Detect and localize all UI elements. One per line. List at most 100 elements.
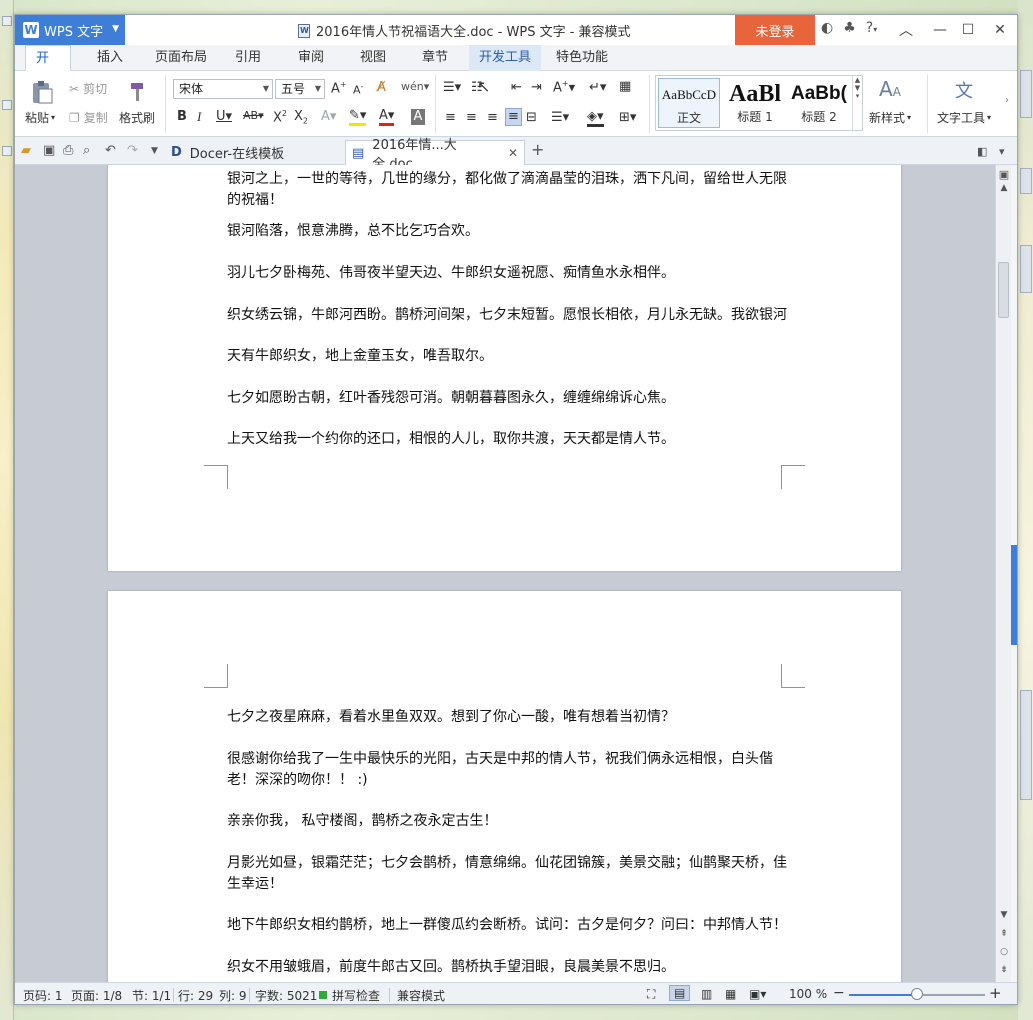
font-name-select[interactable]: 宋体 ▼ (173, 79, 273, 99)
scroll-down-icon[interactable]: ▼ (996, 910, 1012, 920)
style-gallery-scroll[interactable]: ▲ ▼ ▾ (852, 76, 862, 130)
align-right-icon[interactable]: ≡ (487, 110, 498, 125)
superscript-icon[interactable]: X2 (273, 109, 287, 125)
distributed-align-icon[interactable]: ⊟ (526, 110, 537, 125)
doc-tab-docer-templates[interactable]: D Docer-在线模板 (165, 140, 290, 165)
page-view-icon[interactable]: ▤ (669, 985, 691, 1001)
paragraph[interactable]: 亲亲你我， 私守楼阁，鹊桥之夜永定古生！ (227, 811, 787, 832)
paragraph[interactable]: 月影光如昼，银霜茫茫；七夕会鹊桥，情意绵绵。仙花团锦簇，美景交融；仙鹊聚天桥，佳… (227, 853, 787, 895)
bold-icon[interactable]: B (177, 109, 187, 124)
text-effect-icon[interactable]: A▾ (321, 109, 336, 124)
paragraph[interactable]: 银河之上，一世的等待，几世的缘分，都化做了滴滴晶莹的泪珠，洒下凡间，留给世人无限… (227, 169, 787, 211)
open-folder-icon[interactable]: ▰ (21, 143, 31, 158)
skin-icon[interactable]: ◐ (821, 20, 833, 36)
paragraph[interactable]: 七夕之夜星麻麻，看着水里鱼双双。想到了你心一酸，唯有想着当初情？ (227, 707, 787, 728)
zoom-out-icon[interactable]: − (833, 985, 845, 1001)
new-style-icon[interactable]: AA (879, 77, 901, 101)
tab-chapter[interactable]: 章节 (412, 45, 458, 71)
full-screen-icon[interactable]: ⛶ (647, 987, 655, 1002)
save-icon[interactable]: ▣ (43, 143, 55, 158)
reading-view-icon[interactable]: ▣▾ (749, 987, 766, 1001)
paragraph[interactable]: 银河陷落，恨意沸腾，总不比乞巧合欢。 (227, 221, 787, 242)
zoom-level[interactable]: 100 % (789, 987, 827, 1001)
tab-insert[interactable]: 插入 (87, 45, 133, 71)
redo-icon[interactable]: ↷ (127, 143, 138, 158)
vertical-scrollbar[interactable]: ▣ ▲ ▼ ⇞ ○ ⇟ (995, 165, 1011, 982)
align-center-icon[interactable]: ≡ (466, 110, 477, 125)
status-page-code[interactable]: 页码: 1 (23, 987, 63, 1004)
text-tools-button[interactable]: 文字工具 ▾ (937, 109, 991, 126)
close-button[interactable]: ✕ (989, 19, 1011, 41)
document-page[interactable]: 七夕之夜星麻麻，看着水里鱼双双。想到了你心一酸，唯有想着当初情？ 很感谢你给我了… (108, 591, 901, 982)
paragraph[interactable]: 上天又给我一个约你的还口，相恨的人儿，取你共渡，天天都是情人节。 (227, 429, 787, 450)
align-left-icon[interactable]: ≡ (445, 110, 456, 125)
style-normal[interactable]: AaBbCcD 正文 (658, 78, 720, 128)
paragraph[interactable]: 织女不用皱蛾眉，前度牛郎古又回。鹊桥执手望泪眼，良晨美景不思归。 (227, 957, 787, 978)
shading-icon[interactable]: ◈▾ (587, 109, 604, 127)
tab-page-layout[interactable]: 页面布局 (145, 45, 217, 71)
document-page[interactable]: 银河之上，一世的等待，几世的缘分，都化做了滴滴晶莹的泪珠，洒下凡间，留给世人无限… (108, 165, 901, 571)
paste-button[interactable]: 粘贴 ▾ (25, 109, 55, 126)
paragraph[interactable]: 天有牛郎织女，地上金童玉女，唯吾取尔。 (227, 346, 787, 367)
text-tools-icon[interactable]: 文 (955, 77, 973, 103)
minimize-button[interactable]: — (929, 19, 951, 41)
scrollbar-options-icon[interactable]: ▣ (996, 168, 1012, 181)
maximize-button[interactable]: ☐ (957, 19, 979, 41)
decrease-indent-icon[interactable]: ⇤ (511, 80, 522, 95)
paragraph[interactable]: 地下牛郎织女相约鹊桥，地上一群傻瓜约会断桥。试问：古夕是何夕？问曰：中邦情人节！ (227, 915, 787, 936)
justify-icon[interactable]: ≡ (505, 108, 522, 126)
paragraph[interactable]: 织女绣云锦，牛郎河西盼。鹊桥河间架，七夕末短暂。愿恨长相依，月儿永无缺。我欲银河 (227, 305, 787, 326)
tab-home[interactable]: 开始 (25, 45, 71, 92)
borders-icon[interactable]: ⊞▾ (619, 110, 636, 125)
show-marks-icon[interactable]: ↵▾ (589, 80, 606, 95)
status-word-count[interactable]: 字数: 5021 (255, 987, 317, 1004)
undo-icon[interactable]: ↶ (105, 143, 116, 158)
print-preview-icon[interactable]: ⌕ (83, 143, 90, 158)
outline-view-icon[interactable]: ▥ (701, 987, 712, 1001)
paragraph[interactable]: 很感谢你给我了一生中最快乐的光阳，古天是中邦的情人节，祝我们俩永远相恨，白头偕老… (227, 749, 787, 791)
customize-toolbar-icon[interactable]: ▼ (151, 146, 158, 156)
font-color-icon[interactable]: A▾ (379, 108, 395, 126)
status-column[interactable]: 列: 9 (219, 987, 247, 1004)
previous-page-icon[interactable]: ⇞ (996, 929, 1012, 939)
new-tab-icon[interactable]: + (531, 140, 544, 159)
tab-references[interactable]: 引用 (225, 45, 271, 71)
select-browse-object-icon[interactable]: ○ (996, 947, 1012, 957)
style-heading-2[interactable]: AaBb( 标题 2 (788, 78, 850, 128)
close-icon[interactable]: ✕ (508, 146, 518, 160)
status-page[interactable]: 页面: 1/8 (71, 987, 122, 1004)
format-painter-icon[interactable] (125, 79, 151, 107)
phonetic-guide-icon[interactable]: wén▾ (401, 80, 429, 93)
bullet-list-icon[interactable]: ☰▾ (443, 80, 461, 95)
zoom-in-icon[interactable]: + (989, 984, 1002, 1002)
status-spell-check[interactable]: 拼写检查 (332, 987, 380, 1004)
highlight-icon[interactable]: ✎▾ (349, 108, 367, 126)
font-size-select[interactable]: 五号 ▼ (275, 79, 325, 99)
paragraph[interactable]: 七夕如愿盼古朝，红叶香残怨可消。朝朝暮暮图永久，缠缠绵绵诉心焦。 (227, 388, 787, 409)
tab-list-icon[interactable]: ◧ (977, 145, 987, 158)
document-workspace[interactable]: 银河之上，一世的等待，几世的缘分，都化做了滴滴晶莹的泪珠，洒下凡间，留给世人无限… (15, 165, 995, 982)
tab-developer-tools[interactable]: 开发工具 (469, 45, 542, 71)
shirt-icon[interactable]: ♣ (843, 20, 856, 36)
status-section[interactable]: 节: 1/1 (132, 987, 171, 1004)
increase-indent-icon[interactable]: ⇥ (531, 80, 542, 95)
tab-special-features[interactable]: 特色功能 (546, 45, 618, 71)
character-shading-icon[interactable]: A (411, 109, 425, 125)
tab-menu-icon[interactable]: ▾ (999, 145, 1005, 158)
table-icon[interactable]: ▦ (619, 79, 631, 94)
zoom-slider[interactable] (849, 988, 985, 1000)
line-spacing-icon[interactable]: ☰▾ (551, 110, 569, 125)
subscript-icon[interactable]: X2 (294, 109, 308, 126)
scrollbar-thumb[interactable] (998, 262, 1009, 318)
paragraph[interactable]: 羽儿七夕卧梅苑、伟哥夜半望天边、牛郎织女遥祝愿、痴情鱼水永相伴。 (227, 263, 787, 284)
format-painter-button[interactable]: 格式刷 (119, 109, 155, 126)
collapse-ribbon-button[interactable]: ︿ (895, 19, 917, 41)
scroll-up-icon[interactable]: ▲ (996, 183, 1012, 193)
status-row[interactable]: 行: 29 (178, 987, 213, 1004)
style-heading-1[interactable]: AaBl 标题 1 (724, 78, 786, 128)
paste-icon[interactable] (27, 79, 57, 105)
ribbon-scroll-icon[interactable]: › (1005, 95, 1009, 106)
app-menu-button[interactable]: W WPS 文字 ▼ (15, 15, 125, 45)
help-icon[interactable]: ?▾ (866, 20, 877, 36)
print-icon[interactable]: ⎙ (63, 143, 73, 158)
